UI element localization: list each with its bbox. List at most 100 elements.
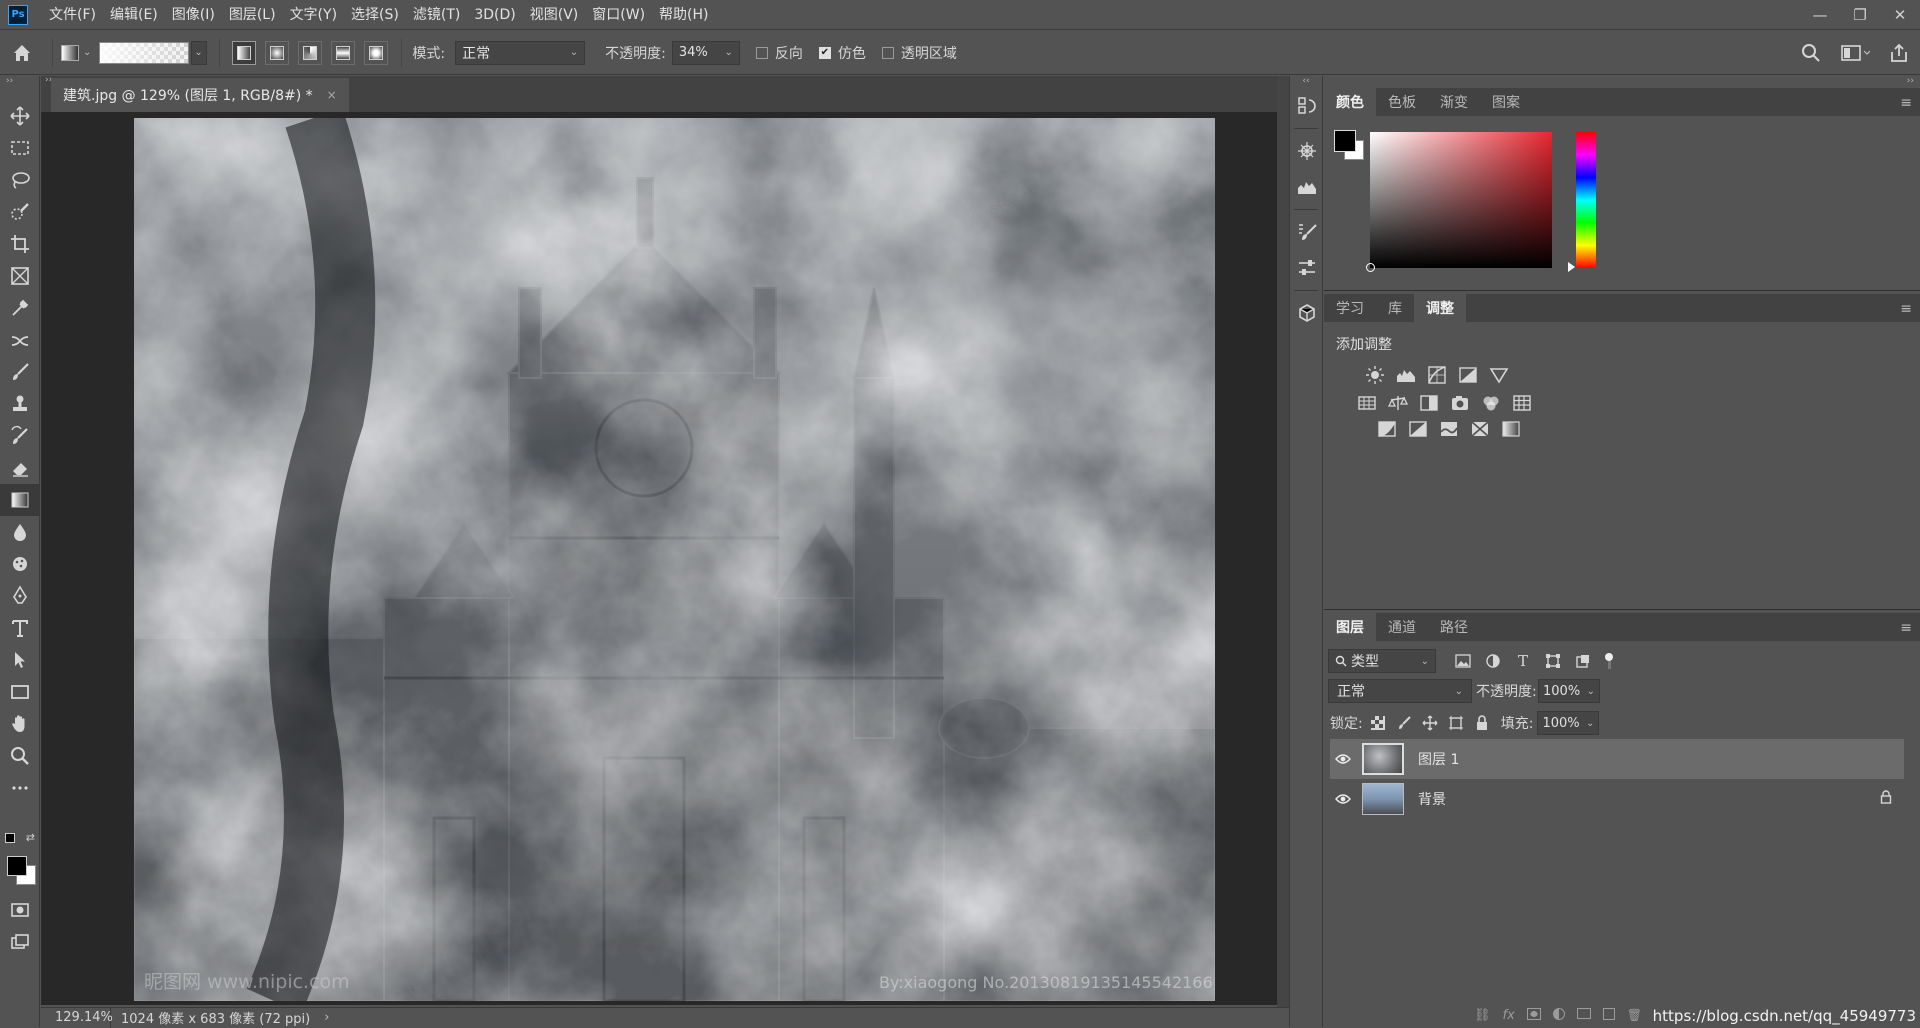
type-tool[interactable] xyxy=(0,612,40,644)
history-brush-tool[interactable] xyxy=(0,420,40,452)
menu-3d[interactable]: 3D(D) xyxy=(467,0,522,30)
restore-button[interactable]: ❐ xyxy=(1840,0,1880,30)
menu-edit[interactable]: 编辑(E) xyxy=(103,0,165,30)
tab-patterns[interactable]: 图案 xyxy=(1480,88,1532,116)
panel-menu-icon[interactable]: ≡ xyxy=(1900,620,1912,636)
tab-color[interactable]: 颜色 xyxy=(1324,88,1376,116)
crop-tool[interactable] xyxy=(0,228,40,260)
filter-smart-object-icon[interactable] xyxy=(1572,651,1594,671)
filter-type-icon[interactable]: T xyxy=(1512,651,1534,671)
chevron-down-icon[interactable]: ⌄ xyxy=(83,47,91,58)
angle-gradient-button[interactable] xyxy=(298,40,323,65)
quick-select-tool[interactable] xyxy=(0,196,40,228)
brush-settings-button[interactable] xyxy=(1290,214,1324,250)
layer1-name[interactable]: 图层 1 xyxy=(1418,749,1459,769)
channel-mixer-icon[interactable] xyxy=(1480,392,1502,414)
filter-shape-icon[interactable] xyxy=(1542,651,1564,671)
canvas-area[interactable]: 昵图网 www.nipic.com By:xiaogong No.2013081… xyxy=(41,112,1277,1005)
collapse-strip-icon[interactable]: ‹‹ xyxy=(1290,76,1322,88)
lock-pixels-icon[interactable] xyxy=(1393,712,1415,734)
reflected-gradient-button[interactable] xyxy=(331,40,356,65)
menu-help[interactable]: 帮助(H) xyxy=(652,0,715,30)
zoom-tool[interactable] xyxy=(0,740,40,772)
foreground-color-swatch[interactable] xyxy=(7,856,27,876)
eye-icon[interactable] xyxy=(1330,753,1356,765)
marquee-tool[interactable] xyxy=(0,132,40,164)
swap-colors-icon[interactable]: ⇄ xyxy=(26,832,35,847)
eye-icon[interactable] xyxy=(1330,793,1356,805)
lock-transparent-icon[interactable] xyxy=(1367,712,1389,734)
document-canvas[interactable]: 昵图网 www.nipic.com By:xiaogong No.2013081… xyxy=(134,118,1215,1001)
levels-icon[interactable] xyxy=(1395,364,1417,386)
dodge-tool[interactable] xyxy=(0,548,40,580)
quick-mask-button[interactable] xyxy=(0,894,40,926)
tab-layers[interactable]: 图层 xyxy=(1324,613,1376,641)
search-icon[interactable] xyxy=(1800,42,1822,64)
frame-tool[interactable] xyxy=(0,260,40,292)
group-icon[interactable] xyxy=(1576,1008,1591,1019)
tab-libraries[interactable]: 库 xyxy=(1376,294,1414,322)
mask-icon[interactable] xyxy=(1526,1008,1541,1020)
status-menu-arrow[interactable]: › xyxy=(324,1010,329,1025)
minimize-button[interactable]: — xyxy=(1800,0,1840,30)
exposure-icon[interactable] xyxy=(1457,364,1479,386)
menu-image[interactable]: 图像(I) xyxy=(165,0,222,30)
color-lookup-icon[interactable] xyxy=(1511,392,1533,414)
curves-icon[interactable] xyxy=(1426,364,1448,386)
fx-icon[interactable]: fx xyxy=(1503,1008,1515,1023)
lock-position-icon[interactable] xyxy=(1419,712,1441,734)
menu-type[interactable]: 文字(Y) xyxy=(283,0,344,30)
screen-mode-button[interactable] xyxy=(0,926,40,958)
filter-pixel-icon[interactable] xyxy=(1452,651,1474,671)
link-icon[interactable]: ⛓ xyxy=(1474,1008,1491,1023)
tab-paths[interactable]: 路径 xyxy=(1428,613,1480,641)
hue-slider-handle[interactable] xyxy=(1568,262,1575,272)
layer-row-background[interactable]: 背景 xyxy=(1330,779,1904,819)
hue-slider[interactable] xyxy=(1576,132,1596,268)
radial-gradient-button[interactable] xyxy=(265,40,290,65)
document-tab[interactable]: 建筑.jpg @ 129% (图层 1, RGB/8#) * × xyxy=(51,78,349,112)
linear-gradient-button[interactable] xyxy=(232,40,257,65)
reverse-checkbox[interactable]: 反向 xyxy=(755,43,803,63)
close-button[interactable]: ✕ xyxy=(1880,0,1920,30)
workspace-icon[interactable] xyxy=(1840,42,1870,64)
blend-mode-select[interactable]: 正常 ⌄ xyxy=(1328,679,1472,703)
zoom-readout[interactable]: 129.14% xyxy=(41,1007,113,1028)
path-select-tool[interactable] xyxy=(0,644,40,676)
dither-box[interactable]: ✔ xyxy=(818,46,831,59)
panel-menu-icon[interactable]: ≡ xyxy=(1900,95,1912,111)
dither-checkbox[interactable]: ✔ 仿色 xyxy=(818,43,866,63)
gradient-picker-dropdown[interactable]: ⌄ xyxy=(191,40,208,65)
pen-tool[interactable] xyxy=(0,580,40,612)
reverse-box[interactable] xyxy=(755,46,768,59)
move-tool[interactable] xyxy=(0,100,40,132)
fill-input[interactable]: 100% ⌄ xyxy=(1537,711,1600,735)
vibrance-icon[interactable] xyxy=(1488,364,1510,386)
filter-adjustment-icon[interactable] xyxy=(1482,651,1504,671)
menu-window[interactable]: 窗口(W) xyxy=(585,0,652,30)
gradient-tool[interactable] xyxy=(0,484,40,516)
lock-artboard-icon[interactable] xyxy=(1445,712,1467,734)
tab-gradients[interactable]: 渐变 xyxy=(1428,88,1480,116)
lock-all-icon[interactable] xyxy=(1471,712,1493,734)
filter-toggle[interactable] xyxy=(1602,651,1616,671)
layer-filter-select[interactable]: 类型 ⌄ xyxy=(1328,649,1436,673)
color-field[interactable] xyxy=(1366,132,1552,272)
blur-tool[interactable] xyxy=(0,516,40,548)
collapse-panels-icon[interactable]: ›› xyxy=(1324,76,1920,88)
stamp-tool[interactable] xyxy=(0,388,40,420)
threshold-icon[interactable] xyxy=(1438,418,1460,440)
diamond-gradient-button[interactable] xyxy=(364,40,389,65)
navigator-panel-button[interactable] xyxy=(1290,133,1324,169)
new-layer-icon[interactable] xyxy=(1602,1008,1615,1020)
tab-adjustments[interactable]: 调整 xyxy=(1414,294,1466,322)
color-picker-marker[interactable] xyxy=(1366,263,1375,272)
selective-color-icon[interactable] xyxy=(1469,418,1491,440)
eraser-tool[interactable] xyxy=(0,452,40,484)
panel-menu-icon[interactable]: ≡ xyxy=(1900,301,1912,317)
menu-file[interactable]: 文件(F) xyxy=(42,0,103,30)
gradient-preview[interactable] xyxy=(99,41,190,64)
transparency-box[interactable] xyxy=(881,46,894,59)
posterize-icon[interactable] xyxy=(1407,418,1429,440)
layer-row-layer1[interactable]: 图层 1 xyxy=(1330,739,1904,779)
